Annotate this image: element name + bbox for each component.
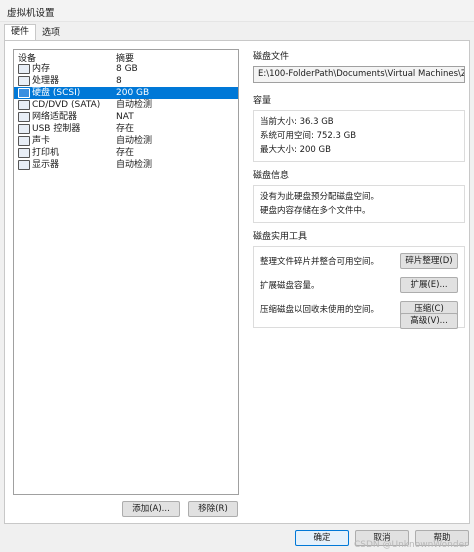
device-row[interactable]: 硬盘 (SCSI) 200 GB bbox=[14, 87, 238, 99]
usb-controller-icon bbox=[18, 124, 30, 134]
tab-content: 设备 摘要 内存 8 GB 处理器 8 硬盘 (SCSI) 200 GB CD/DVD (S… bbox=[4, 40, 470, 524]
device-summary: 自动检测 bbox=[116, 160, 153, 170]
device-row[interactable]: 处理器 8 bbox=[14, 75, 238, 87]
device-name: 网络适配器 bbox=[32, 112, 78, 122]
device-name: 内存 bbox=[32, 64, 51, 74]
device-summary: 自动检测 bbox=[116, 100, 153, 110]
disk-info-line-2: 硬盘内容存储在多个文件中。 bbox=[260, 206, 371, 216]
tab-strip: 硬件 选项 bbox=[0, 24, 474, 41]
defrag-row: 整理文件碎片并整合可用空间。 碎片整理(D) bbox=[254, 251, 464, 275]
disk-file-path[interactable]: E:\100-FolderPath\Documents\Virtual Mach… bbox=[253, 66, 465, 83]
device-name: 打印机 bbox=[32, 148, 60, 158]
device-name: 硬盘 (SCSI) bbox=[32, 88, 81, 98]
capacity-box: 当前大小: 36.3 GB 系统可用空间: 752.3 GB 最大大小: 200… bbox=[253, 110, 465, 162]
device-row[interactable]: 显示器 自动检测 bbox=[14, 159, 238, 171]
device-list-header: 设备 摘要 bbox=[14, 50, 238, 64]
expand-row: 扩展磁盘容量。 扩展(E)... bbox=[254, 275, 464, 299]
current-size: 当前大小: 36.3 GB bbox=[260, 117, 334, 127]
expand-text: 扩展磁盘容量。 bbox=[260, 281, 320, 291]
device-summary: NAT bbox=[116, 112, 134, 122]
tab-options[interactable]: 选项 bbox=[36, 26, 66, 41]
printer-icon bbox=[18, 148, 30, 158]
device-rows: 内存 8 GB 处理器 8 硬盘 (SCSI) 200 GB CD/DVD (SATA) 自动… bbox=[14, 63, 238, 171]
capacity-title: 容量 bbox=[253, 96, 272, 106]
available-space: 系统可用空间: 752.3 GB bbox=[260, 131, 357, 141]
cd-dvd-icon bbox=[18, 100, 30, 110]
watermark: CSDN @UnknownWonder bbox=[354, 540, 468, 550]
device-name: 处理器 bbox=[32, 76, 60, 86]
device-row[interactable]: 打印机 存在 bbox=[14, 147, 238, 159]
hard-disk-icon bbox=[18, 88, 30, 98]
memory-icon bbox=[18, 64, 30, 74]
device-row[interactable]: CD/DVD (SATA) 自动检测 bbox=[14, 99, 238, 111]
device-row[interactable]: 网络适配器 NAT bbox=[14, 111, 238, 123]
device-summary: 自动检测 bbox=[116, 136, 153, 146]
window-title: 虚拟机设置 bbox=[7, 8, 55, 19]
compact-text: 压缩磁盘以回收未使用的空间。 bbox=[260, 305, 380, 315]
device-row[interactable]: 声卡 自动检测 bbox=[14, 135, 238, 147]
device-row[interactable]: USB 控制器 存在 bbox=[14, 123, 238, 135]
ok-button[interactable]: 确定 bbox=[295, 530, 349, 546]
device-list[interactable]: 设备 摘要 内存 8 GB 处理器 8 硬盘 (SCSI) 200 GB CD/DVD (S… bbox=[13, 49, 239, 495]
remove-device-button[interactable]: 移除(R) bbox=[188, 501, 238, 517]
device-summary: 200 GB bbox=[116, 88, 150, 98]
device-name: 显示器 bbox=[32, 160, 60, 170]
device-details: 磁盘文件 E:\100-FolderPath\Documents\Virtual… bbox=[253, 49, 465, 328]
disk-utilities-title: 磁盘实用工具 bbox=[253, 232, 308, 242]
defrag-text: 整理文件碎片并整合可用空间。 bbox=[260, 257, 380, 267]
sound-card-icon bbox=[18, 136, 30, 146]
device-name: 声卡 bbox=[32, 136, 51, 146]
disk-info-line-1: 没有为此硬盘预分配磁盘空间。 bbox=[260, 192, 380, 202]
device-summary: 存在 bbox=[116, 124, 135, 134]
network-adapter-icon bbox=[18, 112, 30, 122]
disk-file-title: 磁盘文件 bbox=[253, 52, 290, 62]
title-bar: 虚拟机设置 bbox=[0, 0, 474, 22]
device-summary: 8 GB bbox=[116, 64, 138, 74]
device-summary: 存在 bbox=[116, 148, 135, 158]
processor-icon bbox=[18, 76, 30, 86]
device-row[interactable]: 内存 8 GB bbox=[14, 63, 238, 75]
device-name: USB 控制器 bbox=[32, 124, 81, 134]
expand-button[interactable]: 扩展(E)... bbox=[400, 277, 458, 293]
defrag-button[interactable]: 碎片整理(D) bbox=[400, 253, 458, 269]
advanced-button[interactable]: 高级(V)... bbox=[400, 313, 458, 329]
max-size: 最大大小: 200 GB bbox=[260, 145, 331, 155]
display-icon bbox=[18, 160, 30, 170]
disk-info-box: 没有为此硬盘预分配磁盘空间。 硬盘内容存储在多个文件中。 bbox=[253, 185, 465, 223]
add-device-button[interactable]: 添加(A)... bbox=[122, 501, 180, 517]
device-name: CD/DVD (SATA) bbox=[32, 100, 101, 110]
tab-hardware[interactable]: 硬件 bbox=[4, 24, 37, 41]
disk-info-title: 磁盘信息 bbox=[253, 171, 290, 181]
device-summary: 8 bbox=[116, 76, 122, 86]
